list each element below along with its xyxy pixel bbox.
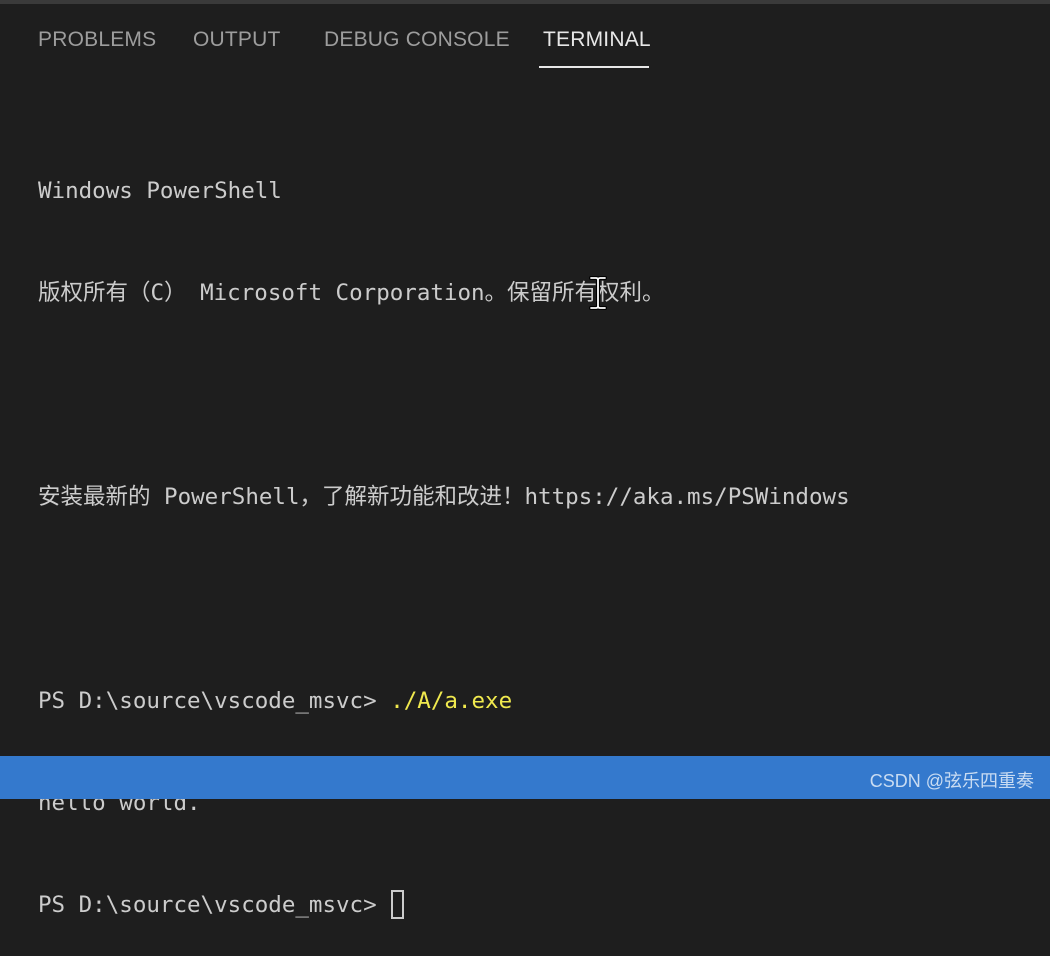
block-cursor-icon — [390, 890, 404, 919]
terminal-line: Windows PowerShell — [38, 178, 282, 204]
active-tab-indicator — [539, 66, 649, 68]
command-line: PS D:\source\vscode_msvc> ./A/a.exe — [38, 684, 1038, 718]
current-prompt-line: PS D:\source\vscode_msvc> — [38, 888, 1038, 922]
terminal-output[interactable]: Windows PowerShell 版权所有（C） Microsoft Cor… — [38, 106, 1038, 956]
executed-command: ./A/a.exe — [390, 688, 513, 714]
tab-debug-console[interactable]: DEBUG CONSOLE — [324, 28, 510, 52]
panel-tab-bar: PROBLEMS OUTPUT DEBUG CONSOLE TERMINAL — [0, 4, 1050, 68]
shell-prompt: PS D:\source\vscode_msvc> — [38, 688, 391, 714]
shell-prompt: PS D:\source\vscode_msvc> — [38, 892, 377, 918]
tab-terminal[interactable]: TERMINAL — [543, 28, 651, 52]
tab-problems[interactable]: PROBLEMS — [38, 28, 156, 52]
terminal-line: 版权所有（C） Microsoft Corporation。保留所有权利。 — [38, 280, 665, 306]
watermark-text: CSDN @弦乐四重奏 — [869, 771, 1034, 791]
status-bar: CSDN @弦乐四重奏 — [0, 756, 1050, 799]
text-cursor-ibeam-icon — [589, 276, 607, 310]
tab-output[interactable]: OUTPUT — [193, 28, 281, 52]
terminal-line: 安装最新的 PowerShell，了解新功能和改进！https://aka.ms… — [38, 484, 850, 510]
